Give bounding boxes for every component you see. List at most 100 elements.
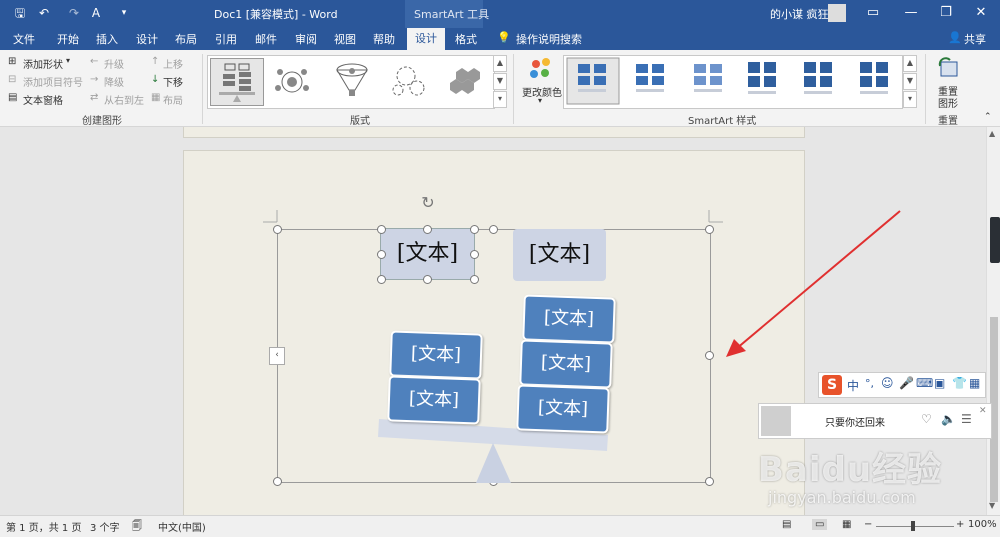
skin-icon[interactable]: 👕 <box>952 376 967 390</box>
tab-insert[interactable]: 插入 <box>96 31 118 47</box>
print-layout-icon[interactable]: ▭ <box>812 519 828 530</box>
shape-handle[interactable] <box>377 225 386 234</box>
zoom-level[interactable]: 100% <box>968 519 997 530</box>
volume-icon[interactable]: 🔈 <box>941 412 956 426</box>
layout-thumb-balance[interactable] <box>210 58 264 106</box>
collapse-ribbon-icon[interactable]: ⌃ <box>984 112 992 122</box>
keyboard-icon[interactable]: ⌨ <box>916 376 933 390</box>
emoji-icon[interactable]: ☺ <box>881 376 894 390</box>
layout-thumb-circle[interactable] <box>266 58 318 104</box>
move-down-button[interactable]: 下移 <box>163 74 183 89</box>
tell-me-search[interactable]: 操作说明搜索 <box>516 31 582 47</box>
scroll-up-icon[interactable]: ▲ <box>989 129 995 138</box>
read-mode-icon[interactable]: ▤ <box>782 519 791 530</box>
customize-qa-icon[interactable]: ▾ <box>116 5 132 21</box>
smartart-left-item[interactable]: [文本] <box>389 330 483 380</box>
close-icon[interactable]: ✕ <box>979 406 987 416</box>
scroll-down-icon[interactable]: ▼ <box>989 501 995 510</box>
side-dock[interactable] <box>990 217 1000 263</box>
tab-home[interactable]: 开始 <box>57 31 79 47</box>
smartart-label-right[interactable]: [文本] <box>513 229 606 281</box>
menu-grid-icon[interactable]: ▦ <box>969 376 980 390</box>
layout-button[interactable]: 布局 <box>163 92 183 107</box>
style-scroll-down[interactable]: ▼ <box>903 73 917 90</box>
rotate-handle-icon[interactable]: ↻ <box>419 193 437 212</box>
page-count[interactable]: 第 1 页，共 1 页 <box>6 519 81 534</box>
demote-button[interactable]: 降级 <box>104 74 124 89</box>
tab-review[interactable]: 审阅 <box>295 31 317 47</box>
smartart-right-item[interactable]: [文本] <box>519 339 613 389</box>
tab-view[interactable]: 视图 <box>334 31 356 47</box>
playlist-icon[interactable]: ☰ <box>961 412 972 426</box>
resize-handle[interactable] <box>705 351 714 360</box>
share-button[interactable]: 共享 <box>964 31 986 47</box>
sogou-logo-icon[interactable]: S <box>822 375 842 395</box>
tab-smartart-design[interactable]: 设计 <box>407 28 445 50</box>
shape-handle[interactable] <box>470 225 479 234</box>
reset-graphic-icon[interactable] <box>936 56 960 80</box>
zoom-in-icon[interactable]: + <box>956 519 964 530</box>
smartart-label-left[interactable]: [文本] <box>380 228 475 280</box>
heart-icon[interactable]: ♡ <box>921 412 932 426</box>
resize-handle[interactable] <box>705 225 714 234</box>
gallery-expand[interactable]: ▾ <box>493 91 507 108</box>
tab-references[interactable]: 引用 <box>215 31 237 47</box>
shape-handle[interactable] <box>423 225 432 234</box>
promote-button[interactable]: 升级 <box>104 56 124 71</box>
move-up-button[interactable]: 上移 <box>163 56 183 71</box>
word-count[interactable]: 3 个字 <box>90 519 120 534</box>
avatar[interactable] <box>828 4 846 22</box>
resize-handle[interactable] <box>705 477 714 486</box>
undo-icon[interactable]: ↶ <box>36 5 52 21</box>
chevron-down-icon[interactable]: ▾ <box>538 96 542 105</box>
resize-handle[interactable] <box>489 225 498 234</box>
smartart-left-item[interactable]: [文本] <box>387 375 481 425</box>
add-shape-button[interactable]: 添加形状 <box>23 56 63 71</box>
restore-icon[interactable]: ❐ <box>935 4 957 22</box>
shape-handle[interactable] <box>470 250 479 259</box>
right-to-left-button[interactable]: 从右到左 <box>104 92 144 107</box>
user-name[interactable]: 的小谋 疯狂 <box>770 6 829 22</box>
toolbox-icon[interactable]: ▣ <box>934 376 945 390</box>
close-icon[interactable]: ✕ <box>970 4 992 22</box>
resize-handle[interactable] <box>273 225 282 234</box>
zoom-slider[interactable] <box>876 526 954 527</box>
redo-icon[interactable]: ↷ <box>66 5 82 21</box>
web-layout-icon[interactable]: ▦ <box>842 519 851 530</box>
proofing-icon[interactable]: 🗐 <box>132 519 142 536</box>
reset-graphic-button-line2[interactable]: 图形 <box>938 95 958 110</box>
shape-handle[interactable] <box>470 275 479 284</box>
tab-file[interactable]: 文件 <box>13 31 35 47</box>
tab-format[interactable]: 格式 <box>455 31 477 47</box>
smartart-right-item[interactable]: [文本] <box>516 384 610 434</box>
format-icon[interactable]: A <box>88 5 104 21</box>
layout-gallery[interactable] <box>207 55 495 109</box>
style-gallery[interactable] <box>563 55 903 109</box>
palette-icon[interactable] <box>528 56 554 82</box>
ribbon-display-icon[interactable]: ▭ <box>862 4 884 22</box>
tab-layout[interactable]: 布局 <box>175 31 197 47</box>
layout-thumb-hexagons[interactable] <box>440 58 492 104</box>
shape-handle[interactable] <box>377 275 386 284</box>
layout-thumb-funnel[interactable] <box>326 58 378 104</box>
smartart-right-item[interactable]: [文本] <box>522 294 616 344</box>
tab-design[interactable]: 设计 <box>136 31 158 47</box>
shape-handle[interactable] <box>377 250 386 259</box>
layout-thumb-gears[interactable] <box>384 58 436 104</box>
ime-language[interactable]: 中 <box>847 377 859 394</box>
gallery-scroll-up[interactable]: ▲ <box>493 55 507 72</box>
resize-handle[interactable] <box>273 477 282 486</box>
style-scroll-up[interactable]: ▲ <box>903 55 917 72</box>
style-thumbs[interactable] <box>564 56 902 108</box>
language-status[interactable]: 中文(中国) <box>158 519 206 534</box>
zoom-out-icon[interactable]: − <box>864 519 872 530</box>
style-expand[interactable]: ▾ <box>903 91 917 108</box>
text-pane-toggle[interactable]: ‹ <box>269 347 285 365</box>
microphone-icon[interactable]: 🎤 <box>899 376 914 390</box>
tab-mailings[interactable]: 邮件 <box>255 31 277 47</box>
add-bullet-button[interactable]: 添加项目符号 <box>23 74 83 89</box>
save-icon[interactable]: 🖫 <box>12 5 28 21</box>
minimize-icon[interactable]: — <box>900 4 922 22</box>
chevron-down-icon[interactable]: ▾ <box>66 56 70 65</box>
tab-help[interactable]: 帮助 <box>373 31 395 47</box>
